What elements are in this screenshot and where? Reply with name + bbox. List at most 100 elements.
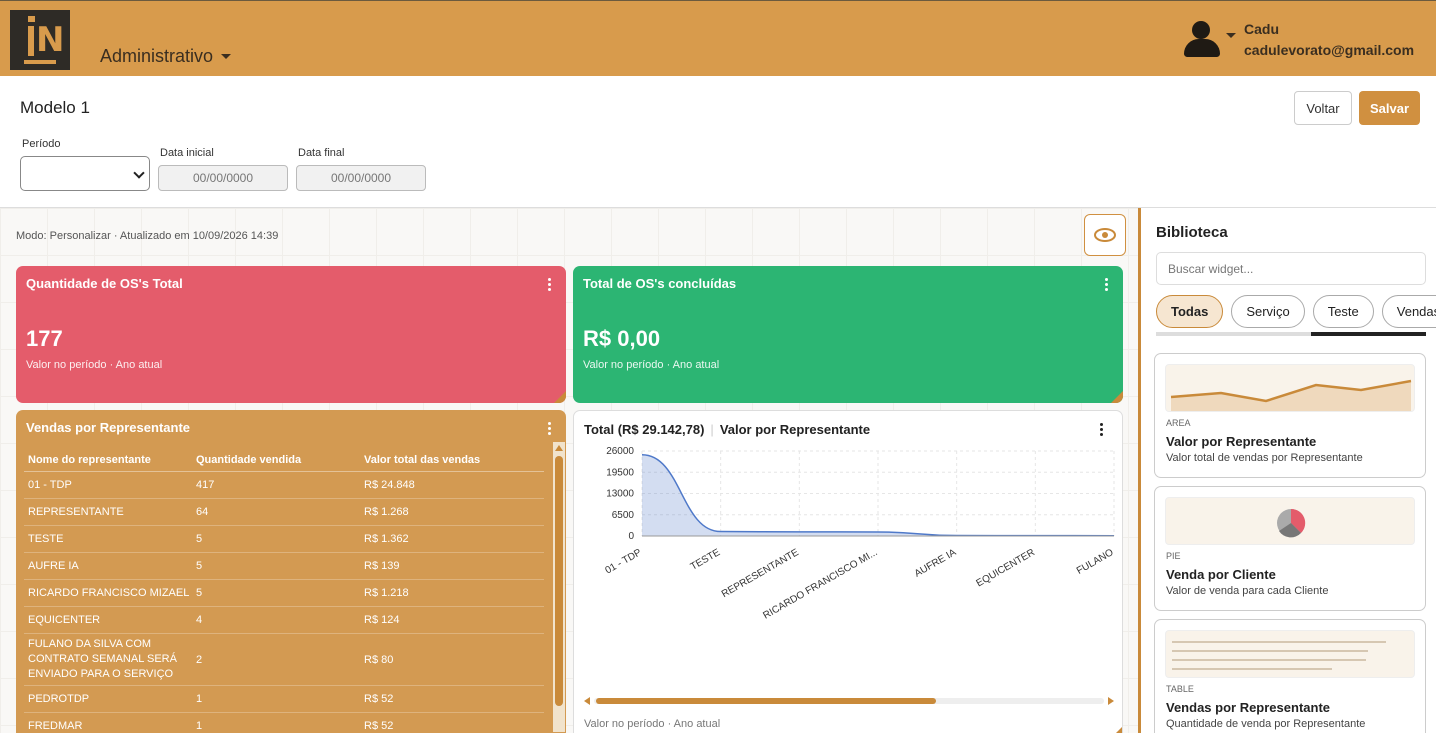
- column-header: Valor total das vendas: [364, 453, 481, 466]
- widget-total-os[interactable]: Quantidade de OS's Total 177 Valor no pe…: [16, 266, 566, 403]
- table-row: FULANO DA SILVA COM CONTRATO SEMANAL SER…: [24, 634, 544, 686]
- widget-item-area[interactable]: AREA Valor por Representante Valor total…: [1154, 353, 1426, 478]
- save-button[interactable]: Salvar: [1359, 91, 1420, 125]
- x-tick-label: EQUICENTER: [975, 547, 1037, 589]
- table-cell: 64: [196, 506, 209, 518]
- chips-scrollbar[interactable]: [1156, 332, 1426, 336]
- user-avatar-icon: [1182, 19, 1222, 59]
- widget-title: Valor por Representante: [1166, 434, 1317, 449]
- widget-type: AREA: [1166, 418, 1191, 428]
- x-tick-label: 01 - TDP: [603, 547, 643, 577]
- widget-search-input[interactable]: Buscar widget...: [1156, 252, 1426, 285]
- table-cell: R$ 124: [364, 614, 400, 626]
- table-cell: REPRESENTANTE: [28, 505, 124, 518]
- widget-subtitle: Valor no período · Ano atual: [583, 359, 720, 371]
- user-menu[interactable]: Cadu cadulevorato@gmail.com: [1182, 19, 1414, 61]
- library-title: Biblioteca: [1156, 224, 1228, 241]
- table-row: AUFRE IA 5 R$ 139: [24, 553, 544, 580]
- table-cell: FULANO DA SILVA COM CONTRATO SEMANAL SER…: [28, 638, 177, 680]
- widget-subtitle: Valor no período · Ano atual: [26, 359, 163, 371]
- scroll-right-icon[interactable]: [1108, 697, 1114, 705]
- widget-item-table[interactable]: TABLE Vendas por Representante Quantidad…: [1154, 619, 1426, 733]
- x-tick-label: AUFRE IA: [913, 547, 959, 580]
- chevron-down-icon: [133, 167, 145, 179]
- table-row: TESTE 5 R$ 1.362: [24, 526, 544, 553]
- widget-value: 177: [26, 326, 63, 351]
- chart-title: Valor por Representante: [719, 422, 871, 437]
- table-cell: 5: [196, 560, 203, 572]
- chip-vendas[interactable]: Vendas: [1381, 295, 1436, 328]
- dashboard-canvas: Modo: Personalizar · Atualizado em 10/09…: [0, 208, 1138, 733]
- preview-button[interactable]: [1084, 214, 1126, 256]
- widget-library: Biblioteca Buscar widget... Todas Serviç…: [1141, 208, 1436, 733]
- kebab-menu-icon[interactable]: [1100, 423, 1104, 438]
- table-scrollbar[interactable]: [553, 442, 565, 732]
- chip-teste[interactable]: Teste: [1312, 295, 1374, 328]
- table-cell: 1: [196, 693, 203, 705]
- period-select[interactable]: [20, 156, 150, 191]
- page-header: Modelo 1 Voltar Salvar Período Data inic…: [0, 76, 1436, 208]
- chevron-down-icon: [221, 54, 232, 59]
- widget-value: R$ 0,00: [583, 326, 661, 351]
- y-tick-label: 13000: [606, 489, 634, 500]
- table-cell: FREDMAR: [28, 719, 83, 732]
- eye-icon: [1094, 228, 1116, 242]
- widget-description: Quantidade de venda por Representante: [1166, 718, 1366, 730]
- top-bar: N Administrativo Cadu cadulevorato@gmail…: [0, 0, 1436, 76]
- start-date-input[interactable]: 00/00/0000: [158, 165, 288, 191]
- table-row: 01 - TDP 417 R$ 24.848: [24, 472, 544, 499]
- kebab-menu-icon[interactable]: [548, 422, 552, 437]
- x-tick-label: FULANO: [1075, 547, 1116, 577]
- widget-description: Valor de venda para cada Cliente: [1166, 585, 1329, 597]
- widget-item-pie[interactable]: PIE Venda por Cliente Valor de venda par…: [1154, 486, 1426, 611]
- y-tick-label: 26000: [606, 446, 634, 457]
- table-row: FREDMAR 1 R$ 52: [24, 713, 544, 733]
- table-cell: R$ 80: [364, 653, 394, 666]
- table-row: PEDROTDP 1 R$ 52: [24, 686, 544, 713]
- table-header: Nome do representante Quantidade vendida…: [24, 448, 544, 472]
- table-cell: R$ 24.848: [364, 479, 415, 491]
- chart-scrollbar[interactable]: [584, 697, 1114, 705]
- resize-handle[interactable]: [1111, 391, 1123, 403]
- resize-handle[interactable]: [554, 391, 566, 403]
- end-date-input[interactable]: 00/00/0000: [296, 165, 426, 191]
- chip-servico[interactable]: Serviço: [1231, 295, 1305, 328]
- x-tick-label: REPRESENTANTE: [720, 547, 801, 600]
- y-tick-label: 6500: [612, 510, 635, 521]
- column-header: Quantidade vendida: [196, 453, 302, 466]
- chip-todas[interactable]: Todas: [1156, 295, 1224, 328]
- resize-handle[interactable]: [1110, 727, 1122, 733]
- widget-done-os[interactable]: Total de OS's concluídas R$ 0,00 Valor n…: [573, 266, 1123, 403]
- table-cell: 4: [196, 614, 203, 626]
- table-cell: 5: [196, 533, 203, 545]
- table-cell: 01 - TDP: [28, 478, 72, 491]
- table-cell: R$ 52: [364, 720, 394, 732]
- back-button[interactable]: Voltar: [1294, 91, 1352, 125]
- chevron-down-icon: [1226, 33, 1236, 38]
- scroll-left-icon[interactable]: [584, 697, 590, 705]
- scroll-up-icon[interactable]: [555, 445, 563, 451]
- table-cell: 5: [196, 587, 203, 599]
- table-row: REPRESENTANTE 64 R$ 1.268: [24, 499, 544, 526]
- app-logo[interactable]: N: [10, 10, 70, 70]
- module-selector[interactable]: Administrativo: [100, 46, 232, 67]
- category-chips: Todas Serviço Teste Vendas: [1156, 295, 1436, 328]
- widget-chart[interactable]: Total (R$ 29.142,78) | Valor por Represent…: [573, 410, 1123, 733]
- sales-table: Nome do representante Quantidade vendida…: [24, 448, 544, 733]
- table-row: RICARDO FRANCISCO MIZAEL 5 R$ 1.218: [24, 580, 544, 607]
- widget-description: Valor total de vendas por Representante: [1166, 452, 1363, 464]
- widget-sales-table[interactable]: Vendas por Representante Nome do represe…: [16, 410, 566, 733]
- widget-title: Vendas por Representante: [26, 420, 190, 435]
- area-chart-thumbnail: [1165, 364, 1415, 412]
- kebab-menu-icon[interactable]: [1105, 278, 1109, 293]
- widget-type: TABLE: [1166, 684, 1194, 694]
- widget-title: Vendas por Representante: [1166, 700, 1330, 715]
- table-cell: R$ 1.268: [364, 506, 409, 518]
- kebab-menu-icon[interactable]: [548, 278, 552, 293]
- table-row: EQUICENTER 4 R$ 124: [24, 607, 544, 634]
- chart-header: Total (R$ 29.142,78) | Valor por Represent…: [584, 422, 871, 437]
- widget-title: Quantidade de OS's Total: [26, 276, 183, 291]
- y-tick-label: 0: [628, 531, 634, 542]
- table-cell: R$ 139: [364, 560, 400, 572]
- x-tick-label: TESTE: [689, 547, 723, 573]
